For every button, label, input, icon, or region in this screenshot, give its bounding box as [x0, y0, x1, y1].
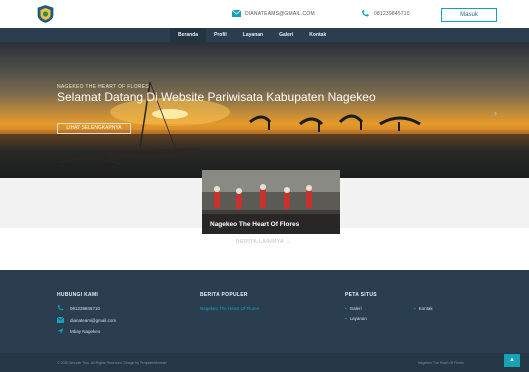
footer-location-text: Mbay Nagekeo	[70, 328, 101, 334]
footer-bottom-bar: © 2020 Wonder Tour. All Rights Reserved.…	[0, 353, 529, 372]
phone-icon	[362, 10, 369, 17]
phone-icon	[57, 305, 64, 311]
sunset-landscape-image	[0, 81, 529, 178]
footer-tagline: Nagekeo The Heart Of Flores	[418, 361, 464, 365]
footer-phone[interactable]: 081239845710	[57, 305, 100, 311]
back-to-top-button[interactable]: ▲	[504, 354, 520, 367]
sitemap-label: Layanan	[349, 316, 367, 321]
nav-item-beranda[interactable]: Beranda	[170, 28, 207, 42]
news-card-title: Nagekeo The Heart Of Flores	[210, 221, 300, 228]
news-card[interactable]: Nagekeo The Heart Of Flores	[202, 170, 340, 234]
envelope-icon	[232, 10, 241, 17]
sitemap-link-kontak[interactable]: • Kontak	[414, 306, 433, 311]
footer-email-text: dianateam@gmail.com	[70, 317, 117, 323]
sitemap-label: Kontak	[418, 306, 433, 311]
location-arrow-icon	[57, 328, 64, 334]
nav-menu: Beranda Profil Layanan Galeri Kontak	[170, 28, 334, 42]
footer-phone-text: 081239845710	[70, 305, 101, 311]
login-button[interactable]: Masuk	[441, 8, 497, 22]
header-email-text: DIANATEAMS@GMAIL.COM	[245, 10, 315, 17]
hero-slider: NAGEKEO THE HEART OF FLORES Selamat Data…	[0, 42, 529, 178]
footer-sitemap-heading: PETA SITUS	[345, 292, 377, 298]
header-email[interactable]: DIANATEAMS@GMAIL.COM	[232, 10, 315, 17]
hero-title: Selamat Datang Di Website Pariwisata Kab…	[57, 90, 376, 104]
slider-next-arrow-icon[interactable]: ›	[494, 108, 497, 118]
bullet-icon: •	[345, 316, 347, 321]
sitemap-link-layanan[interactable]: • Layanan	[345, 316, 367, 321]
regency-logo-icon[interactable]	[37, 5, 54, 23]
site-footer: HUBUNGI KAMI 081239845710 dianateam@gmai…	[0, 270, 529, 372]
footer-location[interactable]: Mbay Nagekeo	[57, 328, 100, 334]
footer-popular-link[interactable]: Nagekeo The Heart Of Flores	[200, 306, 259, 311]
sitemap-link-galeri[interactable]: • Galeri	[345, 306, 362, 311]
hero-read-more-button[interactable]: LIHAT SELENGKAPNYA	[57, 123, 131, 134]
bullet-icon: •	[345, 306, 347, 311]
main-navbar: Beranda Profil Layanan Galeri Kontak	[0, 28, 529, 42]
arrow-right-icon: →	[285, 239, 292, 245]
envelope-icon	[57, 317, 64, 323]
top-bar: DIANATEAMS@GMAIL.COM 081239845710 Masuk	[0, 0, 529, 28]
nav-item-galeri[interactable]: Galeri	[271, 28, 301, 42]
footer-email[interactable]: dianateam@gmail.com	[57, 317, 116, 323]
nav-item-kontak[interactable]: Kontak	[301, 28, 334, 42]
more-news-link[interactable]: BERITA LAINNYA →	[236, 239, 291, 245]
header-phone[interactable]: 081239845710	[361, 10, 410, 17]
more-news-label: BERITA LAINNYA	[236, 239, 284, 245]
footer-contact-heading: HUBUNGI KAMI	[57, 292, 99, 298]
nav-item-profil[interactable]: Profil	[206, 28, 235, 42]
header-phone-text: 081239845710	[374, 10, 410, 17]
nav-item-layanan[interactable]: Layanan	[235, 28, 271, 42]
bullet-icon: •	[414, 306, 416, 311]
footer-copyright: © 2020 Wonder Tour. All Rights Reserved.…	[57, 361, 167, 365]
sitemap-label: Galeri	[349, 306, 362, 311]
footer-popular-heading: BERITA POPULER	[200, 292, 248, 298]
